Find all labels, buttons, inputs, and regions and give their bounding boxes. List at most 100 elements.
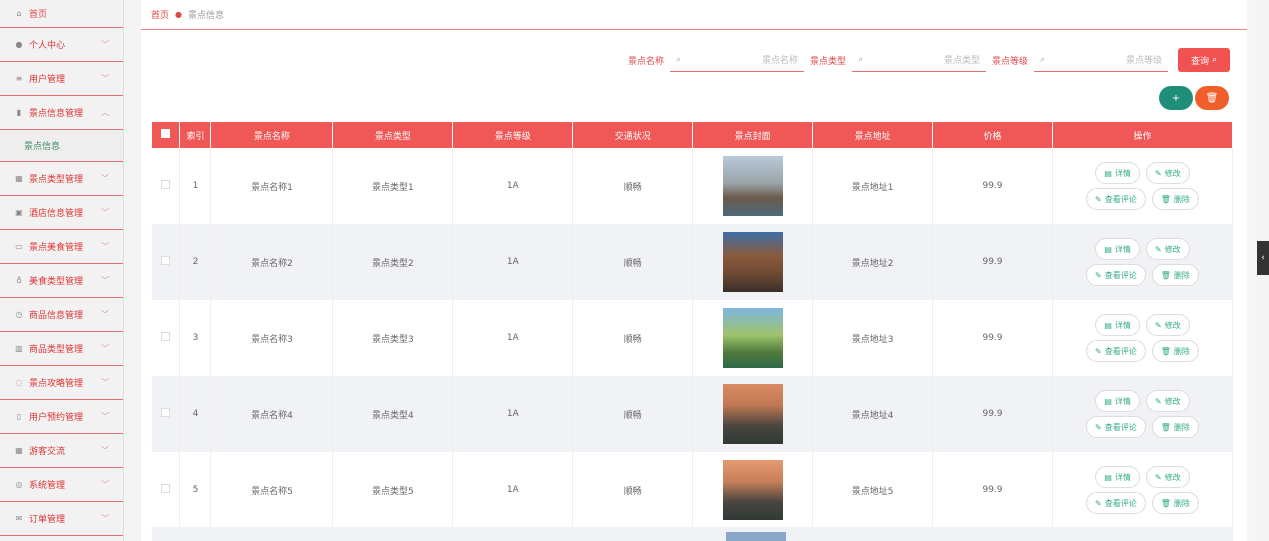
sidebar-subitem-attraction-info[interactable]: 景点信息 (0, 130, 123, 162)
cell-address: 景点地址1 (812, 148, 934, 224)
sidebar-item-5[interactable]: ▭ 景点美食管理 ﹀ (0, 230, 123, 264)
pencil-icon: ✎ (1154, 396, 1162, 406)
cell-type: 景点类型2 (332, 224, 454, 300)
breadcrumb-home[interactable]: 首页 (151, 8, 169, 21)
sidebar-item-7[interactable]: ◷ 商品信息管理 ﹀ (0, 298, 123, 332)
sidebar-item-2[interactable]: ▮ 景点信息管理 ︿ (0, 96, 123, 130)
pencil-icon: ✎ (1095, 194, 1102, 204)
pencil-icon: ✎ (1154, 472, 1162, 482)
view-comments-button[interactable]: ✎ 查看评论 (1086, 416, 1146, 438)
sidebar-item-6[interactable]: ♁ 美食类型管理 ﹀ (0, 264, 123, 298)
cell-price: 99.9 (932, 300, 1053, 376)
edit-button[interactable]: ✎ 修改 (1145, 238, 1190, 260)
trash-icon: 🗑 (1160, 346, 1171, 356)
edit-button[interactable]: ✎ 修改 (1145, 466, 1190, 488)
sidebar-item-10[interactable]: ▯ 用户预约管理 ﹀ (0, 400, 123, 434)
row-select-cell[interactable] (152, 452, 181, 528)
sidebar-item-9[interactable]: ◌ 景点攻略管理 ﹀ (0, 366, 123, 400)
cell-name: 景点名称1 (210, 148, 334, 224)
pencil-icon: ✎ (1154, 168, 1162, 178)
scrollbar[interactable] (1247, 0, 1257, 541)
add-button[interactable]: + (1159, 86, 1193, 110)
card-icon: ▭ (15, 242, 23, 251)
comments-label: 查看评论 (1104, 194, 1137, 204)
breadcrumb-current: 景点信息 (188, 11, 225, 21)
detail-button[interactable]: ▤ 详情 (1095, 466, 1140, 488)
delete-button[interactable]: 🗑 删除 (1151, 264, 1199, 286)
clock-icon: ◷ (15, 310, 23, 319)
row-select-cell[interactable] (152, 376, 181, 452)
row-checkbox[interactable] (161, 256, 171, 265)
sidebar-item-1[interactable]: ≡ 用户管理 ﹀ (0, 62, 123, 96)
view-comments-button[interactable]: ✎ 查看评论 (1086, 188, 1146, 210)
chevron-down-icon: ﹀ (101, 276, 109, 285)
view-comments-button[interactable]: ✎ 查看评论 (1086, 340, 1146, 362)
view-comments-button[interactable]: ✎ 查看评论 (1086, 492, 1146, 514)
cell-address: 景点地址4 (812, 376, 934, 452)
sidebar-item-label: 系统管理 (29, 481, 66, 491)
edit-button[interactable]: ✎ 修改 (1145, 162, 1190, 184)
delete-button[interactable]: 🗑 删除 (1151, 340, 1199, 362)
document-icon: ▤ (1104, 472, 1112, 482)
row-checkbox[interactable] (161, 332, 171, 341)
filter-placeholder: 景点类型 (943, 56, 980, 66)
detail-button[interactable]: ▤ 详情 (1095, 314, 1140, 336)
detail-button[interactable]: ▤ 详情 (1095, 162, 1140, 184)
row-select-cell[interactable] (152, 300, 181, 376)
cell-operations: ▤ 详情 ✎ 修改 ✎ 查看评论 🗑 删除 (1052, 300, 1234, 376)
detail-label: 详情 (1114, 168, 1131, 178)
sidebar-item-4[interactable]: ▣ 酒店信息管理 ﹀ (0, 196, 123, 230)
bulk-delete-button[interactable]: 🗑 (1195, 86, 1229, 110)
sidebar-item-13[interactable]: ✉ 订单管理 ﹀ (0, 502, 123, 536)
cell-level: 1A (452, 224, 574, 300)
image-icon: ▣ (15, 208, 23, 217)
select-all-header[interactable] (152, 122, 181, 148)
detail-label: 详情 (1114, 320, 1131, 330)
comments-label: 查看评论 (1104, 422, 1137, 432)
filter-input-type[interactable]: ⌕ 景点类型 (851, 48, 986, 72)
detail-button[interactable]: ▤ 详情 (1095, 390, 1140, 412)
filter-input-level[interactable]: ⌕ 景点等级 (1034, 48, 1168, 72)
cell-address: 景点地址5 (812, 452, 934, 528)
sidebar-item-3[interactable]: ▦ 景点类型管理 ﹀ (0, 162, 123, 196)
grid-icon: ▦ (15, 446, 23, 455)
row-checkbox[interactable] (161, 484, 171, 493)
col-price: 价格 (932, 122, 1053, 148)
sidebar-item-8[interactable]: ▥ 商品类型管理 ﹀ (0, 332, 123, 366)
filter-input-name[interactable]: ⌕ 景点名称 (669, 48, 804, 72)
row-checkbox[interactable] (161, 408, 171, 417)
sidebar-item-label: 个人中心 (29, 41, 66, 51)
select-all-checkbox[interactable] (161, 129, 171, 138)
chevron-down-icon: ﹀ (101, 446, 109, 455)
view-comments-button[interactable]: ✎ 查看评论 (1086, 264, 1146, 286)
side-panel-toggle[interactable]: ‹ (1257, 241, 1269, 275)
detail-label: 详情 (1114, 396, 1131, 406)
cell-address: 景点地址2 (812, 224, 934, 300)
delete-button[interactable]: 🗑 删除 (1151, 492, 1199, 514)
sidebar-item-home[interactable]: ⌂ 首页 (0, 0, 123, 28)
chevron-down-icon: ﹀ (101, 412, 109, 421)
sidebar-item-11[interactable]: ▦ 游客交流 ﹀ (0, 434, 123, 468)
edit-button[interactable]: ✎ 修改 (1145, 390, 1190, 412)
cell-price: 99.9 (932, 224, 1053, 300)
query-button[interactable]: 查询 ⌕ (1178, 48, 1230, 72)
delete-button[interactable]: 🗑 删除 (1151, 188, 1199, 210)
row-select-cell[interactable] (152, 148, 181, 224)
cover-image (722, 232, 783, 292)
cell-price: 99.9 (932, 376, 1053, 452)
compass-icon: ◎ (15, 480, 23, 489)
delete-label: 删除 (1173, 270, 1190, 280)
sidebar: ⌂ 首页 ● 个人中心 ﹀ ≡ 用户管理 ﹀ ▮ 景点信息管理 ︿ 景点信息 ▦ 景点类型管理 ﹀ ▣ 酒店… (0, 0, 124, 541)
filter-placeholder: 景点名称 (761, 56, 798, 66)
edit-label: 修改 (1164, 168, 1181, 178)
cover-image (722, 308, 783, 368)
edit-button[interactable]: ✎ 修改 (1145, 314, 1190, 336)
row-checkbox[interactable] (161, 180, 171, 189)
delete-button[interactable]: 🗑 删除 (1151, 416, 1199, 438)
detail-button[interactable]: ▤ 详情 (1095, 238, 1140, 260)
sidebar-item-0[interactable]: ● 个人中心 ﹀ (0, 28, 123, 62)
cell-index: 1 (179, 148, 212, 224)
cell-price: 99.9 (932, 148, 1053, 224)
sidebar-item-12[interactable]: ◎ 系统管理 ﹀ (0, 468, 123, 502)
row-select-cell[interactable] (152, 224, 181, 300)
